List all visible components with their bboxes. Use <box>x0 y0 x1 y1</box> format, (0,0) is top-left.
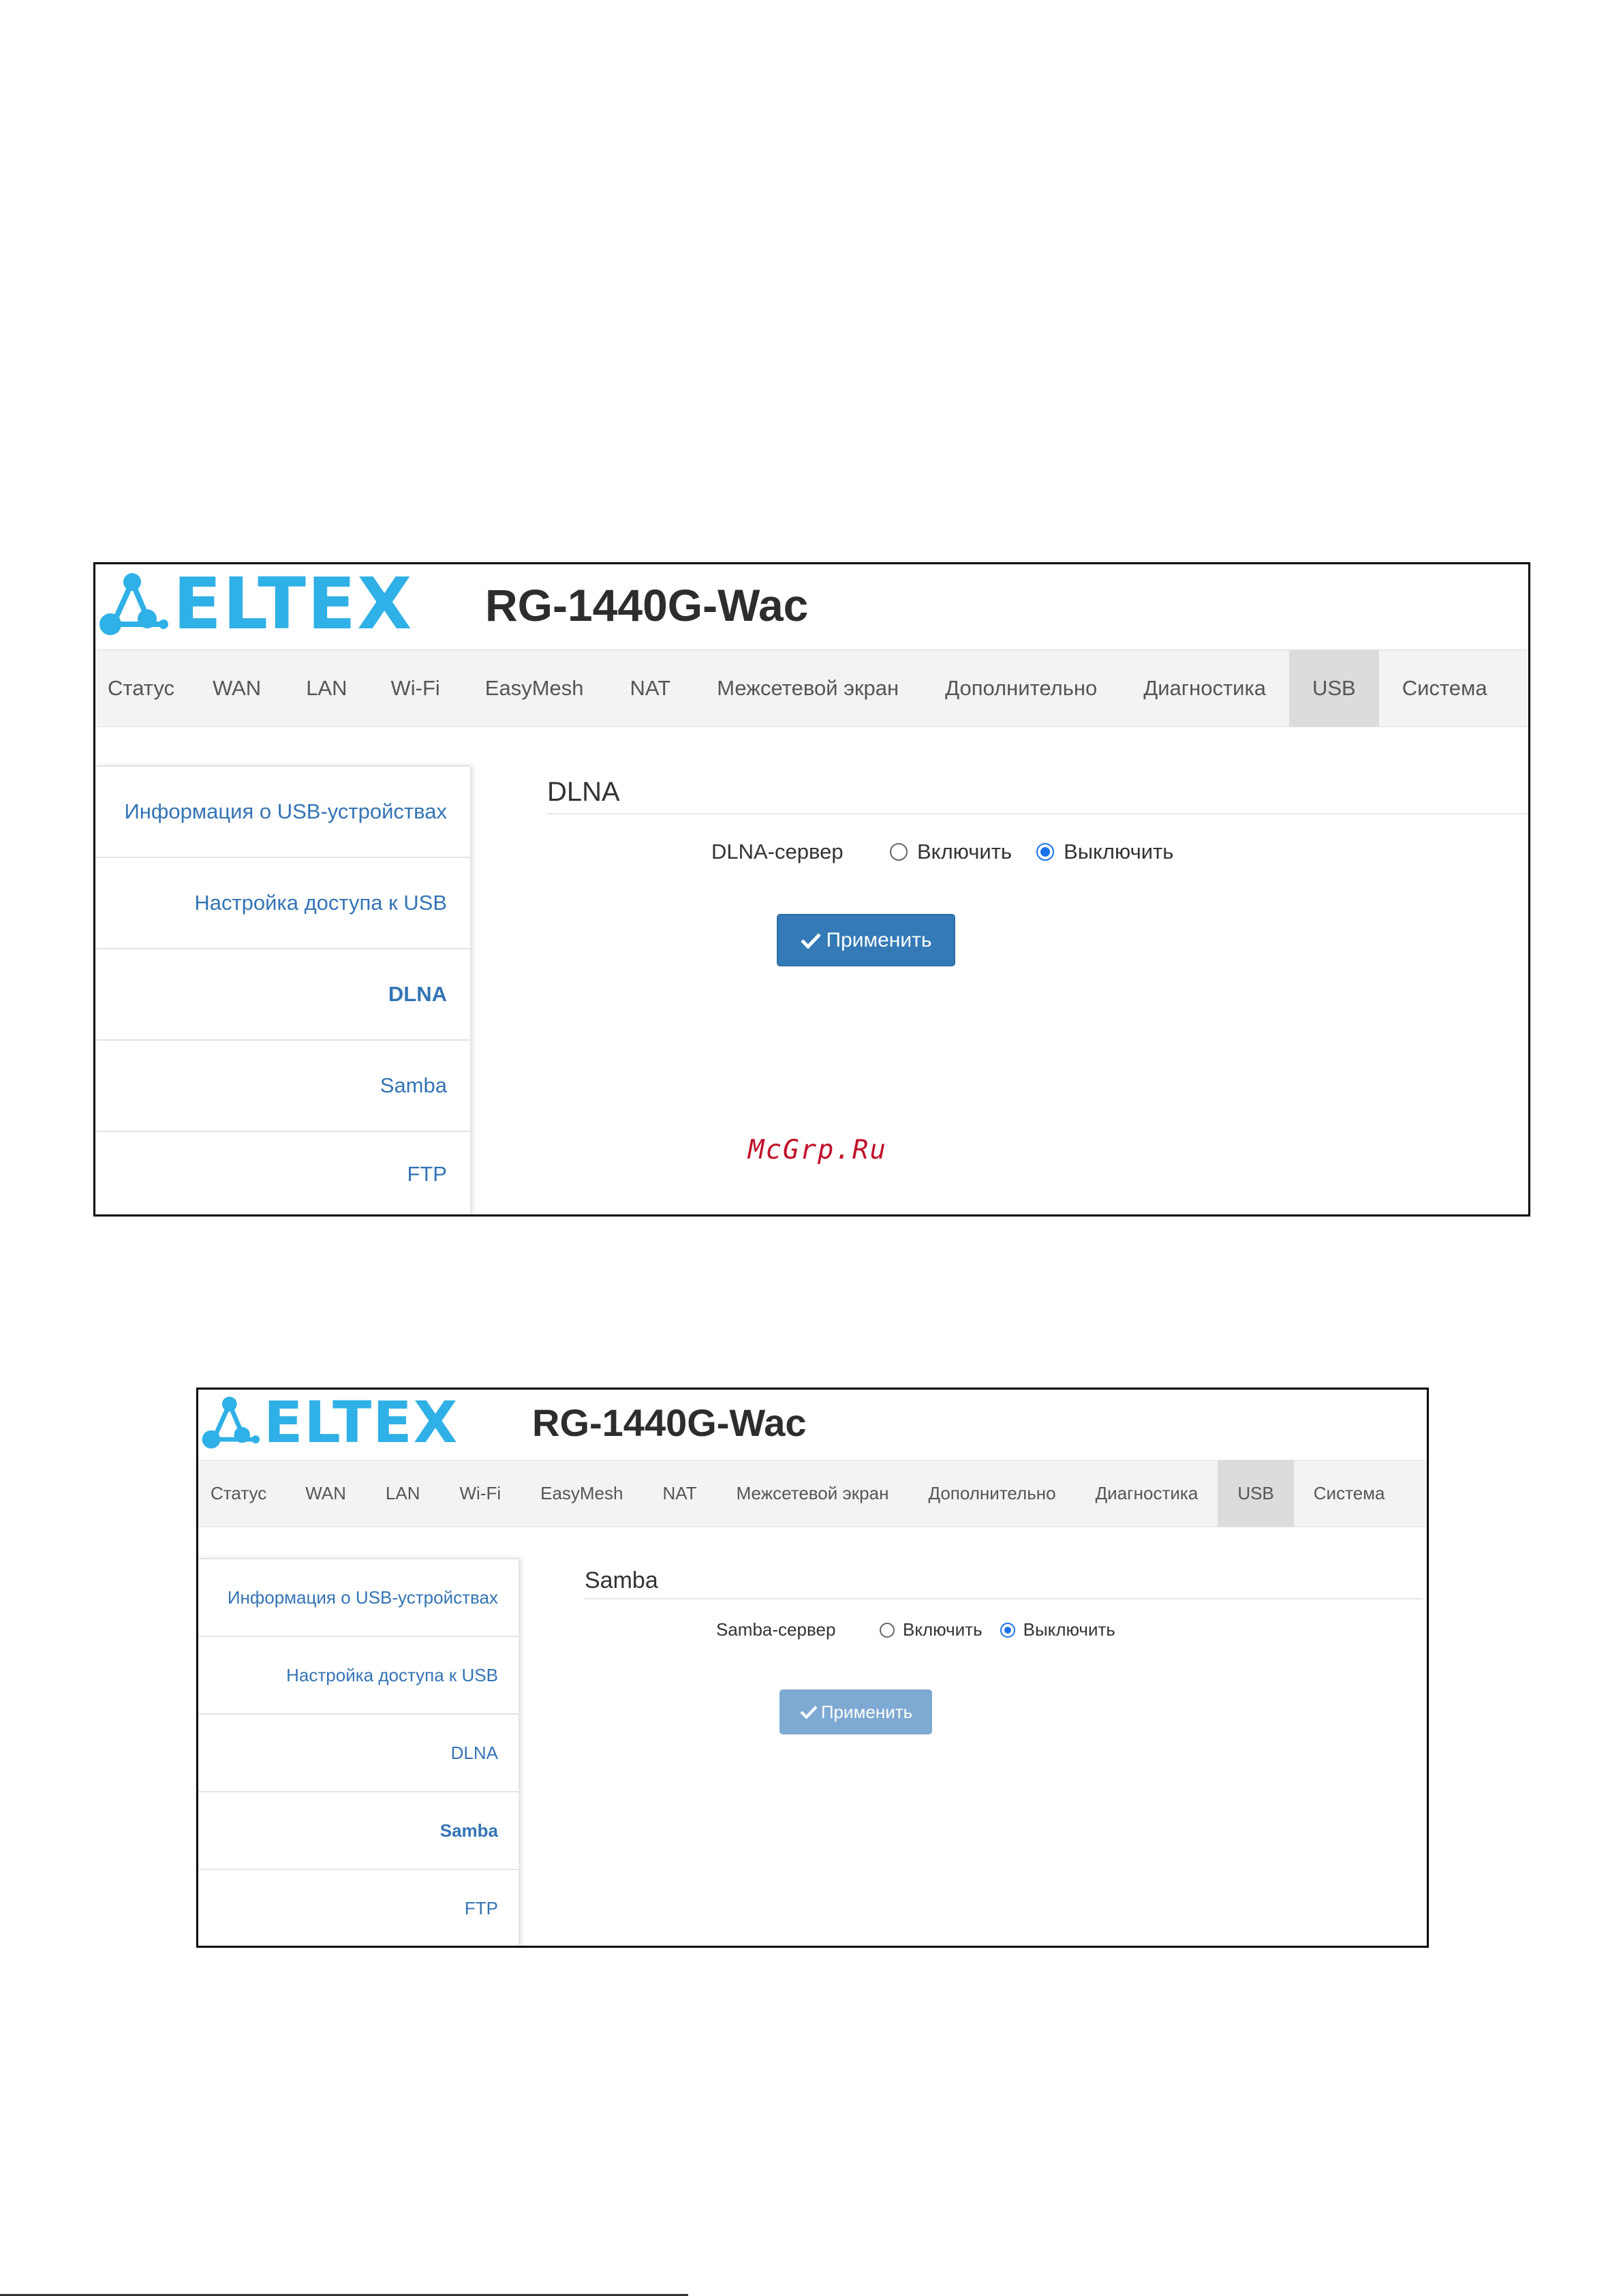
nav-item-firewall[interactable]: Межсетевой экран <box>717 1460 909 1527</box>
section-divider <box>547 813 1528 814</box>
nav-item-wan[interactable]: WAN <box>189 650 284 726</box>
radio-enable-label: Включить <box>917 840 1013 863</box>
sidebar-item-ftp[interactable]: FTP <box>198 1869 519 1946</box>
logo-text: ELTEX <box>264 1389 459 1456</box>
apply-label: Применить <box>820 1701 913 1722</box>
eltex-logo: ELTEX <box>98 562 414 645</box>
screenshot-dlna: ELTEX RG-1440G-Wac Статус WAN LAN Wi-Fi … <box>93 562 1530 1216</box>
check-icon <box>800 1705 818 1719</box>
sidebar-item-samba[interactable]: Samba <box>198 1791 519 1869</box>
radio-enable[interactable] <box>880 1622 895 1638</box>
nav-item-system[interactable]: Система <box>1379 650 1511 726</box>
check-icon <box>801 932 822 949</box>
nav-item-nat[interactable]: NAT <box>607 650 694 726</box>
sidebar-item-usb-info[interactable]: Информация о USB-устройствах <box>198 1558 519 1636</box>
sidebar-item-usb-access[interactable]: Настройка доступа к USB <box>198 1636 519 1713</box>
model-title: RG-1440G-Wac <box>485 580 809 630</box>
header: ELTEX RG-1440G-Wac <box>95 564 1528 649</box>
sidebar-item-samba[interactable]: Samba <box>95 1039 470 1131</box>
logo-text: ELTEX <box>173 562 414 645</box>
dlna-radio-group: Включить Выключить <box>890 840 1173 864</box>
sidebar-item-dlna[interactable]: DLNA <box>95 948 470 1039</box>
section-divider <box>585 1598 1423 1599</box>
network-nodes-icon <box>202 1396 260 1449</box>
top-nav: Статус WAN LAN Wi-Fi EasyMesh NAT Межсет… <box>95 649 1528 727</box>
header: ELTEX RG-1440G-Wac <box>198 1390 1427 1458</box>
nav-item-lan[interactable]: LAN <box>284 650 369 726</box>
nav-item-diagnostics[interactable]: Диагностика <box>1076 1460 1218 1527</box>
sidebar-item-usb-info[interactable]: Информация о USB-устройствах <box>95 765 470 857</box>
nav-item-wifi[interactable]: Wi-Fi <box>369 650 462 726</box>
radio-disable-label: Выключить <box>1064 840 1174 863</box>
samba-radio-group: Включить Выключить <box>880 1619 1115 1640</box>
section-title: Samba <box>585 1567 658 1593</box>
screenshot-samba: ELTEX RG-1440G-Wac Статус WAN LAN Wi-Fi … <box>196 1388 1429 1948</box>
nav-item-advanced[interactable]: Дополнительно <box>922 650 1120 726</box>
sidebar-item-ftp[interactable]: FTP <box>95 1131 470 1214</box>
section-title: DLNA <box>547 777 620 807</box>
radio-enable[interactable] <box>890 843 908 861</box>
sidebar-item-usb-access[interactable]: Настройка доступа к USB <box>95 857 470 948</box>
dlna-server-label: DLNA-сервер <box>711 840 844 863</box>
nav-item-easymesh[interactable]: EasyMesh <box>462 650 607 726</box>
radio-enable-label: Включить <box>903 1619 983 1640</box>
nav-item-diagnostics[interactable]: Диагностика <box>1120 650 1289 726</box>
radio-disable[interactable] <box>1036 843 1055 861</box>
nav-item-nat[interactable]: NAT <box>643 1460 717 1527</box>
radio-disable-label: Выключить <box>1023 1619 1115 1640</box>
nav-item-status[interactable]: Статус <box>95 650 189 726</box>
sidebar-item-dlna[interactable]: DLNA <box>198 1713 519 1791</box>
model-title: RG-1440G-Wac <box>532 1401 807 1444</box>
sidebar: Информация о USB-устройствах Настройка д… <box>198 1558 519 1946</box>
nav-item-advanced[interactable]: Дополнительно <box>908 1460 1075 1527</box>
nav-item-wan[interactable]: WAN <box>285 1460 366 1527</box>
sidebar: Информация о USB-устройствах Настройка д… <box>95 765 470 1214</box>
apply-label: Применить <box>826 928 932 951</box>
nav-item-easymesh[interactable]: EasyMesh <box>521 1460 643 1527</box>
apply-button[interactable]: Применить <box>779 1689 932 1734</box>
nav-item-usb[interactable]: USB <box>1288 650 1379 726</box>
apply-button[interactable]: Применить <box>777 914 955 966</box>
top-nav: Статус WAN LAN Wi-Fi EasyMesh NAT Межсет… <box>198 1460 1427 1527</box>
nav-item-firewall[interactable]: Межсетевой экран <box>694 650 922 726</box>
samba-server-label: Samba-сервер <box>716 1619 836 1640</box>
nav-item-lan[interactable]: LAN <box>366 1460 440 1527</box>
nav-item-wifi[interactable]: Wi-Fi <box>439 1460 521 1527</box>
nav-item-status[interactable]: Статус <box>198 1460 285 1527</box>
eltex-logo: ELTEX <box>201 1394 459 1451</box>
watermark: McGrp.Ru <box>748 1135 887 1165</box>
nav-item-system[interactable]: Система <box>1294 1460 1405 1527</box>
network-nodes-icon <box>99 573 168 635</box>
radio-disable[interactable] <box>1000 1622 1015 1638</box>
nav-item-usb[interactable]: USB <box>1218 1460 1294 1527</box>
